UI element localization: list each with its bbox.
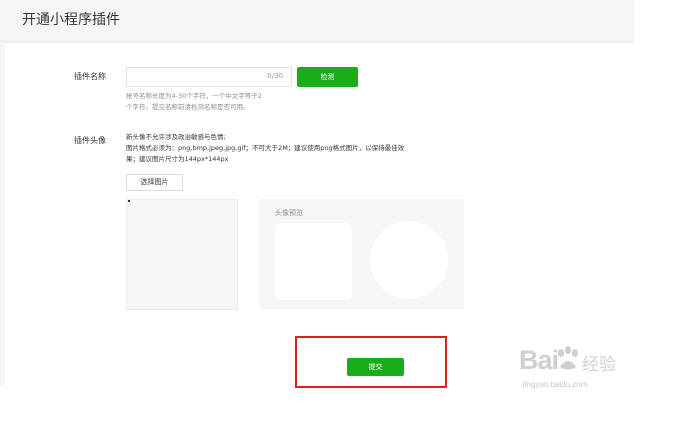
name-char-counter: 0/30 <box>267 72 283 80</box>
name-hint-line2: 个字符。提交名称前请检测名称是否可用。 <box>126 103 250 111</box>
watermark-brand-right: 经验 <box>582 355 616 375</box>
avatar-crop-area[interactable] <box>126 199 238 310</box>
preview-label: 头像预览 <box>275 209 303 217</box>
avatar-desc-line1: 新头像不允许涉及政治敏感与色情; <box>126 133 226 141</box>
plugin-avatar-label: 插件头像 <box>74 136 106 145</box>
plugin-name-input[interactable]: 0/30 <box>126 67 292 87</box>
name-hint-line1: 帐号名称长度为4-30个字符，一个中文字等于2 <box>126 92 262 100</box>
name-hint: 帐号名称长度为4-30个字符，一个中文字等于2 个字符。提交名称前请检测名称是否… <box>126 91 262 113</box>
avatar-requirements: 新头像不允许涉及政治敏感与色情; 图片格式必须为：png,bmp,jpeg,jp… <box>126 132 404 165</box>
plugin-name-label: 插件名称 <box>74 72 106 81</box>
avatar-desc-line3: 果；建议图片尺寸为144px*144px <box>126 155 229 163</box>
check-name-button[interactable]: 检测 <box>297 67 358 87</box>
preview-square <box>275 223 352 300</box>
preview-circle <box>370 221 448 299</box>
baidu-jingyan-watermark: Bai 经验 jingyan.baidu.com <box>519 345 649 405</box>
watermark-url: jingyan.baidu.com <box>523 380 588 389</box>
paw-logo-icon <box>558 346 578 370</box>
crop-handle-icon[interactable] <box>128 200 130 202</box>
avatar-preview-panel: 头像预览 <box>259 199 464 309</box>
select-image-button[interactable]: 选择图片 <box>126 174 183 191</box>
submit-button[interactable]: 提交 <box>347 358 404 376</box>
page-header: 开通小程序插件 <box>0 0 634 42</box>
avatar-desc-line2: 图片格式必须为：png,bmp,jpeg,jpg,gif；不可大于2M；建议使用… <box>126 144 405 152</box>
page-title: 开通小程序插件 <box>22 12 120 28</box>
